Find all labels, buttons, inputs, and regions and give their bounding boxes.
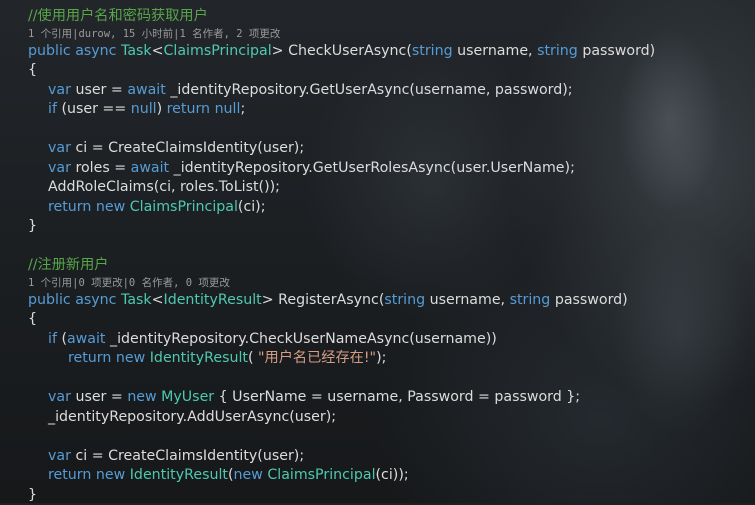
code-text: roles = — [71, 160, 131, 176]
kw-new: new — [96, 199, 125, 215]
kw-var: var — [48, 160, 71, 176]
code-line: _identityRepository.AddUserAsync(user); — [28, 408, 748, 428]
code-text: { UserName = username, Password = passwo… — [214, 389, 580, 405]
codelens-check-user[interactable]: 1 个引用|durow, 15 小时前|1 名作者, 2 项更改 — [28, 27, 748, 42]
code-text: (user == — [57, 101, 131, 117]
type-identity-result: IdentityResult — [150, 350, 248, 366]
kw-return: return — [68, 350, 111, 366]
method-signature-check-user: public async Task<ClaimsPrincipal> Check… — [28, 42, 748, 62]
punct-gt: > — [262, 292, 274, 308]
string-literal: "用户名已经存在!" — [258, 350, 376, 366]
kw-public: public — [28, 292, 71, 308]
code-text: (ci)); — [376, 467, 409, 483]
code-text: _identityRepository.CheckUserNameAsync(u… — [105, 331, 496, 347]
codelens-register[interactable]: 1 个引用|0 项更改|0 名作者, 0 项更改 — [28, 276, 748, 291]
param-username: username, — [453, 43, 537, 59]
code-text: ( — [248, 350, 258, 366]
code-line: AddRoleClaims(ci, roles.ToList()); — [28, 178, 748, 198]
kw-var: var — [48, 82, 71, 98]
kw-return: return — [48, 199, 91, 215]
param-username: username, — [425, 292, 509, 308]
kw-async: async — [75, 43, 116, 59]
comment-register-user: //注册新用户 — [28, 256, 748, 276]
code-line: var roles = await _identityRepository.Ge… — [28, 159, 748, 179]
punct-gt: > — [272, 43, 284, 59]
code-line: return new IdentityResult(new ClaimsPrin… — [28, 466, 748, 486]
kw-public: public — [28, 43, 71, 59]
kw-if: if — [48, 331, 57, 347]
code-text: ) — [157, 101, 167, 117]
open-brace: { — [28, 61, 748, 81]
kw-return: return — [167, 101, 210, 117]
code-line: return new ClaimsPrincipal(ci); — [28, 198, 748, 218]
kw-new: new — [116, 350, 145, 366]
kw-new: new — [96, 467, 125, 483]
code-text: _identityRepository.AddUserAsync(user); — [48, 409, 336, 425]
kw-string: string — [510, 292, 551, 308]
blank-line — [28, 120, 748, 140]
code-text: ci = CreateClaimsIdentity(user); — [71, 140, 304, 156]
kw-await: await — [131, 160, 170, 176]
param-password: password) — [578, 43, 655, 59]
code-line: var user = await _identityRepository.Get… — [28, 81, 748, 101]
kw-new: new — [127, 389, 156, 405]
code-text: ( — [57, 331, 67, 347]
type-identity-result: IdentityResult — [130, 467, 228, 483]
kw-if: if — [48, 101, 57, 117]
open-brace: { — [28, 310, 748, 330]
code-text: (ci); — [238, 199, 266, 215]
kw-async: async — [75, 292, 116, 308]
type-identity-result: IdentityResult — [164, 292, 262, 308]
method-name: RegisterAsync( — [274, 292, 385, 308]
kw-new: new — [234, 467, 263, 483]
type-claims-principal: ClaimsPrincipal — [267, 467, 375, 483]
close-brace: } — [28, 486, 748, 505]
comment-get-user: //使用用户名和密码获取用户 — [28, 7, 748, 27]
blank-line — [28, 427, 748, 447]
punct-lt: < — [152, 292, 164, 308]
kw-var: var — [48, 389, 71, 405]
kw-string: string — [537, 43, 578, 59]
code-line: if (await _identityRepository.CheckUserN… — [28, 330, 748, 350]
method-name: CheckUserAsync( — [284, 43, 412, 59]
code-text: ci = CreateClaimsIdentity(user); — [71, 448, 304, 464]
kw-await: await — [127, 82, 166, 98]
close-brace: } — [28, 217, 748, 237]
code-text: user = — [71, 389, 127, 405]
kw-var: var — [48, 140, 71, 156]
blank-line — [28, 369, 748, 389]
type-claims-principal: ClaimsPrincipal — [130, 199, 238, 215]
type-task: Task — [121, 292, 152, 308]
kw-null: null — [215, 101, 241, 117]
code-text: _identityRepository.GetUserAsync(usernam… — [166, 82, 573, 98]
method-signature-register: public async Task<IdentityResult> Regist… — [28, 291, 748, 311]
code-line: if (user == null) return null; — [28, 100, 748, 120]
code-text: ); — [376, 350, 386, 366]
code-editor[interactable]: //使用用户名和密码获取用户 1 个引用|durow, 15 小时前|1 名作者… — [28, 7, 748, 505]
code-text: _identityRepository.GetUserRolesAsync(us… — [169, 160, 575, 176]
kw-string: string — [412, 43, 453, 59]
type-my-user: MyUser — [161, 389, 214, 405]
param-password: password) — [550, 292, 627, 308]
blank-line — [28, 237, 748, 257]
punct-lt: < — [152, 43, 164, 59]
code-text: ; — [240, 101, 245, 117]
kw-var: var — [48, 448, 71, 464]
code-text: AddRoleClaims(ci, roles.ToList()); — [48, 179, 280, 195]
code-line: var ci = CreateClaimsIdentity(user); — [28, 447, 748, 467]
kw-null: null — [131, 101, 157, 117]
kw-await: await — [67, 331, 106, 347]
code-text: user = — [71, 82, 127, 98]
code-line: var user = new MyUser { UserName = usern… — [28, 388, 748, 408]
kw-string: string — [384, 292, 425, 308]
type-claims-principal: ClaimsPrincipal — [164, 43, 272, 59]
code-line: return new IdentityResult( "用户名已经存在!"); — [28, 349, 748, 369]
code-line: var ci = CreateClaimsIdentity(user); — [28, 139, 748, 159]
kw-return: return — [48, 467, 91, 483]
type-task: Task — [121, 43, 152, 59]
